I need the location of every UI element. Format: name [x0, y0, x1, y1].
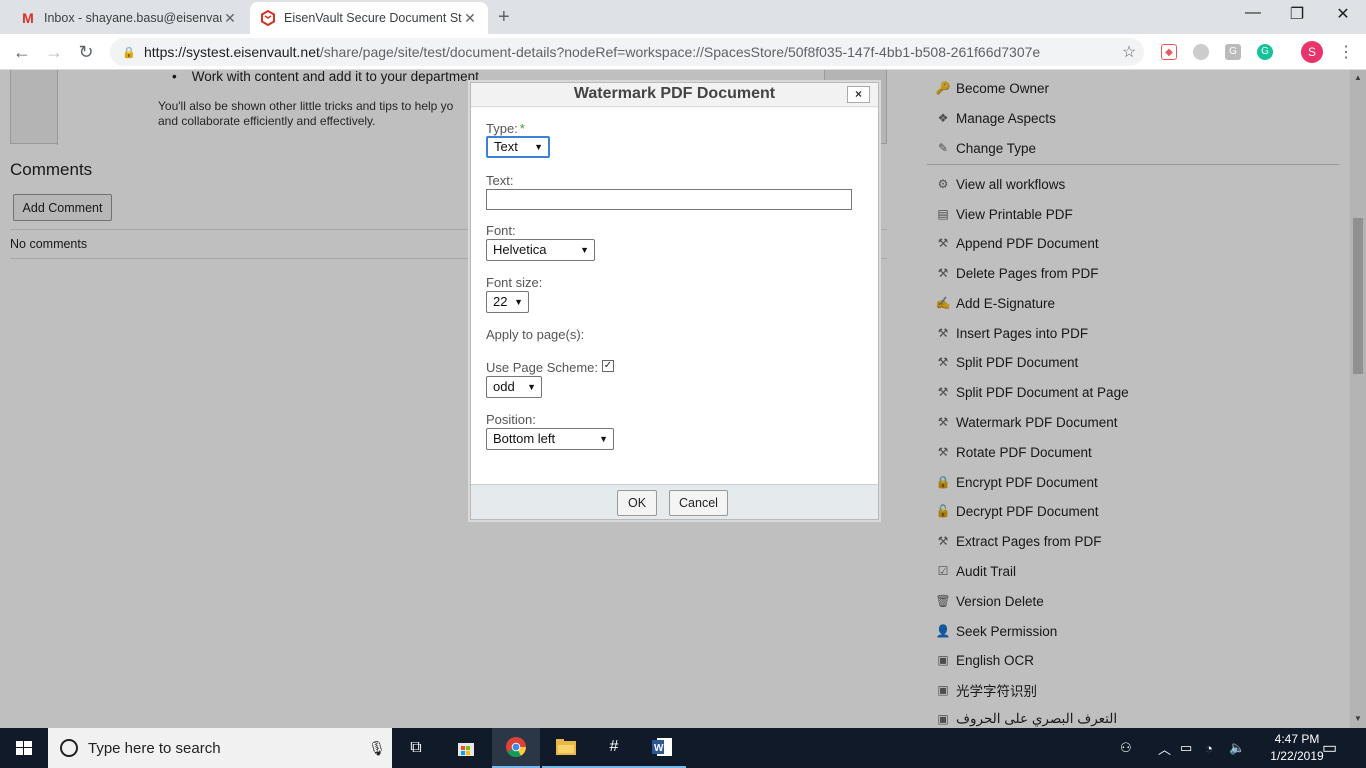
- clock-date: 1/22/2019: [1270, 749, 1324, 763]
- type-label: Type: *: [486, 121, 525, 136]
- cortana-icon: [60, 739, 78, 757]
- chevron-up-icon[interactable]: ︿: [1158, 728, 1171, 768]
- address-bar[interactable]: 🔒 https://systest.eisenvault.net/share/p…: [110, 38, 1144, 66]
- people-icon[interactable]: ⚇: [1120, 728, 1132, 768]
- eisenvault-icon: [260, 10, 276, 26]
- system-clock[interactable]: 4:47 PM 1/22/2019: [1265, 731, 1329, 765]
- font-label: Font:: [486, 223, 516, 238]
- volume-icon[interactable]: 🔈: [1229, 728, 1245, 768]
- watermark-text-input[interactable]: [486, 189, 852, 210]
- tab-gmail[interactable]: M Inbox - shayane.basu@eisenvault ✕: [10, 2, 248, 34]
- font-select[interactable]: Helvetica ▼: [486, 239, 595, 261]
- ok-button[interactable]: OK: [617, 490, 657, 516]
- reload-icon[interactable]: ↻: [74, 40, 98, 64]
- avatar[interactable]: S: [1301, 41, 1323, 63]
- star-icon[interactable]: ☆: [1114, 42, 1144, 62]
- file-explorer-icon[interactable]: [542, 728, 590, 768]
- task-view-icon[interactable]: ⧉: [392, 728, 440, 768]
- type-select[interactable]: Text ▼: [486, 136, 550, 158]
- page-scheme-checkbox[interactable]: ✓: [602, 360, 614, 372]
- url-text: https://systest.eisenvault.net/share/pag…: [144, 44, 1041, 60]
- minimize-icon[interactable]: —: [1230, 4, 1276, 22]
- back-icon[interactable]: ←: [10, 40, 34, 64]
- chevron-down-icon: ▼: [514, 297, 523, 307]
- browser-tabstrip: M Inbox - shayane.basu@eisenvault ✕ Eise…: [0, 0, 1366, 34]
- battery-icon[interactable]: ▭: [1180, 728, 1192, 768]
- grammarly-icon[interactable]: G: [1257, 44, 1273, 60]
- microphone-icon[interactable]: 🎙: [362, 740, 392, 757]
- svg-text:W: W: [654, 743, 664, 754]
- wifi-icon[interactable]: ◔: [1205, 728, 1213, 768]
- close-icon[interactable]: ✕: [222, 10, 238, 27]
- tab-title: EisenVault Secure Document Stor: [284, 11, 462, 25]
- dialog-title: Watermark PDF Document: [573, 85, 776, 102]
- google-extension-icon[interactable]: G: [1225, 44, 1241, 60]
- clock-time: 4:47 PM: [1274, 732, 1320, 746]
- taskbar-search[interactable]: Type here to search 🎙: [48, 728, 392, 768]
- page-scheme-select[interactable]: odd ▼: [486, 376, 542, 398]
- chrome-icon[interactable]: [492, 728, 540, 768]
- dialog-body: Type: * Text ▼ Text: Font: Helvetica ▼ Font…: [471, 108, 878, 484]
- windows-icon: [16, 741, 32, 755]
- font-size-select[interactable]: 22 ▼: [486, 291, 529, 313]
- tab-title: Inbox - shayane.basu@eisenvault: [44, 11, 222, 25]
- chevron-down-icon: ▼: [580, 245, 589, 255]
- eisenvault-extension-icon[interactable]: ◆: [1161, 44, 1177, 60]
- position-select[interactable]: Bottom left ▼: [486, 428, 614, 450]
- slack-icon[interactable]: #: [590, 728, 638, 768]
- word-icon[interactable]: W: [638, 728, 686, 768]
- cancel-button[interactable]: Cancel: [669, 490, 728, 516]
- menu-icon[interactable]: ⋮: [1338, 42, 1354, 62]
- close-icon[interactable]: ×: [847, 86, 870, 103]
- notifications-icon[interactable]: ▭: [1322, 728, 1337, 768]
- chevron-down-icon: ▼: [527, 382, 536, 392]
- position-label: Position:: [486, 412, 536, 427]
- dialog-header: Watermark PDF Document ×: [471, 83, 878, 107]
- restore-icon[interactable]: ❐: [1274, 4, 1320, 24]
- close-icon[interactable]: ✕: [462, 10, 478, 27]
- text-label: Text:: [486, 173, 514, 188]
- new-tab-button[interactable]: +: [498, 6, 510, 29]
- chevron-down-icon: ▼: [534, 142, 543, 152]
- forward-icon[interactable]: →: [42, 40, 66, 64]
- tab-eisenvault[interactable]: EisenVault Secure Document Stor ✕: [250, 2, 488, 34]
- page-scheme-label: Use Page Scheme:: [486, 360, 599, 375]
- watermark-dialog: Watermark PDF Document × Type: * Text ▼ Te…: [470, 82, 879, 520]
- extension-circle-icon[interactable]: [1193, 44, 1209, 60]
- start-button[interactable]: [0, 728, 48, 768]
- font-size-label: Font size:: [486, 275, 543, 290]
- chevron-down-icon: ▼: [599, 434, 608, 444]
- close-window-icon[interactable]: ✕: [1320, 4, 1366, 24]
- lock-icon: 🔒: [122, 46, 136, 59]
- gmail-icon: M: [22, 10, 34, 26]
- search-placeholder: Type here to search: [88, 739, 221, 757]
- windows-taskbar: Type here to search 🎙 ⧉ # W ⚇ ︿ ▭ ◔ 🔈 4:…: [0, 728, 1366, 768]
- browser-toolbar: ← → ↻ 🔒 https://systest.eisenvault.net/s…: [0, 34, 1366, 70]
- apply-pages-label: Apply to page(s):: [486, 327, 585, 342]
- dialog-footer: OK Cancel: [471, 484, 878, 519]
- store-icon[interactable]: [442, 728, 490, 768]
- required-mark: *: [519, 121, 525, 136]
